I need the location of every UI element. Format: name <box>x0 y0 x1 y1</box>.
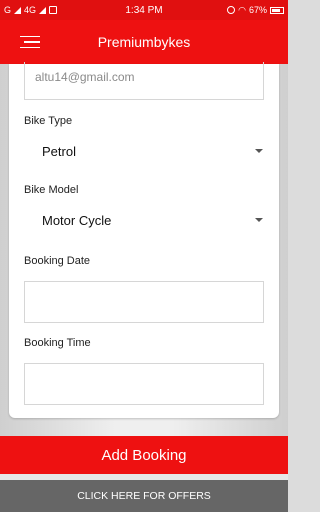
battery-icon <box>270 6 284 14</box>
carrier-label: G <box>4 5 12 15</box>
menu-button[interactable] <box>0 20 60 64</box>
email-field[interactable]: altu14@gmail.com <box>24 62 264 100</box>
booking-date-label: Booking Date <box>24 255 91 267</box>
status-bar: G 4G 1:34 PM ◠ 67% <box>0 0 288 20</box>
bike-type-value: Petrol <box>42 143 76 159</box>
bike-model-select[interactable]: Motor Cycle <box>24 206 269 234</box>
alarm-icon <box>227 6 236 14</box>
booking-time-input[interactable] <box>24 363 264 405</box>
email-value: altu14@gmail.com <box>35 70 135 84</box>
add-booking-button[interactable]: Add Booking <box>0 436 288 474</box>
notification-icon <box>49 6 58 14</box>
bike-type-select[interactable]: Petrol <box>24 137 269 165</box>
menu-icon <box>20 35 40 49</box>
battery-percent: 67% <box>248 5 267 15</box>
dropdown-arrow-icon <box>255 149 263 153</box>
bike-model-value: Motor Cycle <box>42 212 112 228</box>
offers-button[interactable]: CLICK HERE FOR OFFERS <box>0 480 288 512</box>
booking-date-input[interactable] <box>24 281 264 323</box>
bike-type-label: Bike Type <box>24 115 73 127</box>
wifi-icon: ◠ <box>238 4 246 15</box>
signal-icon-2 <box>39 6 47 14</box>
dropdown-arrow-icon <box>255 218 263 222</box>
network-label: 4G <box>24 5 37 15</box>
booking-time-label: Booking Time <box>24 337 91 349</box>
app-bar: Premiumbykes <box>0 20 288 64</box>
booking-form-card: altu14@gmail.com Bike Type Petrol Bike M… <box>9 62 279 418</box>
signal-icon <box>14 6 22 14</box>
bike-model-label: Bike Model <box>24 184 79 196</box>
